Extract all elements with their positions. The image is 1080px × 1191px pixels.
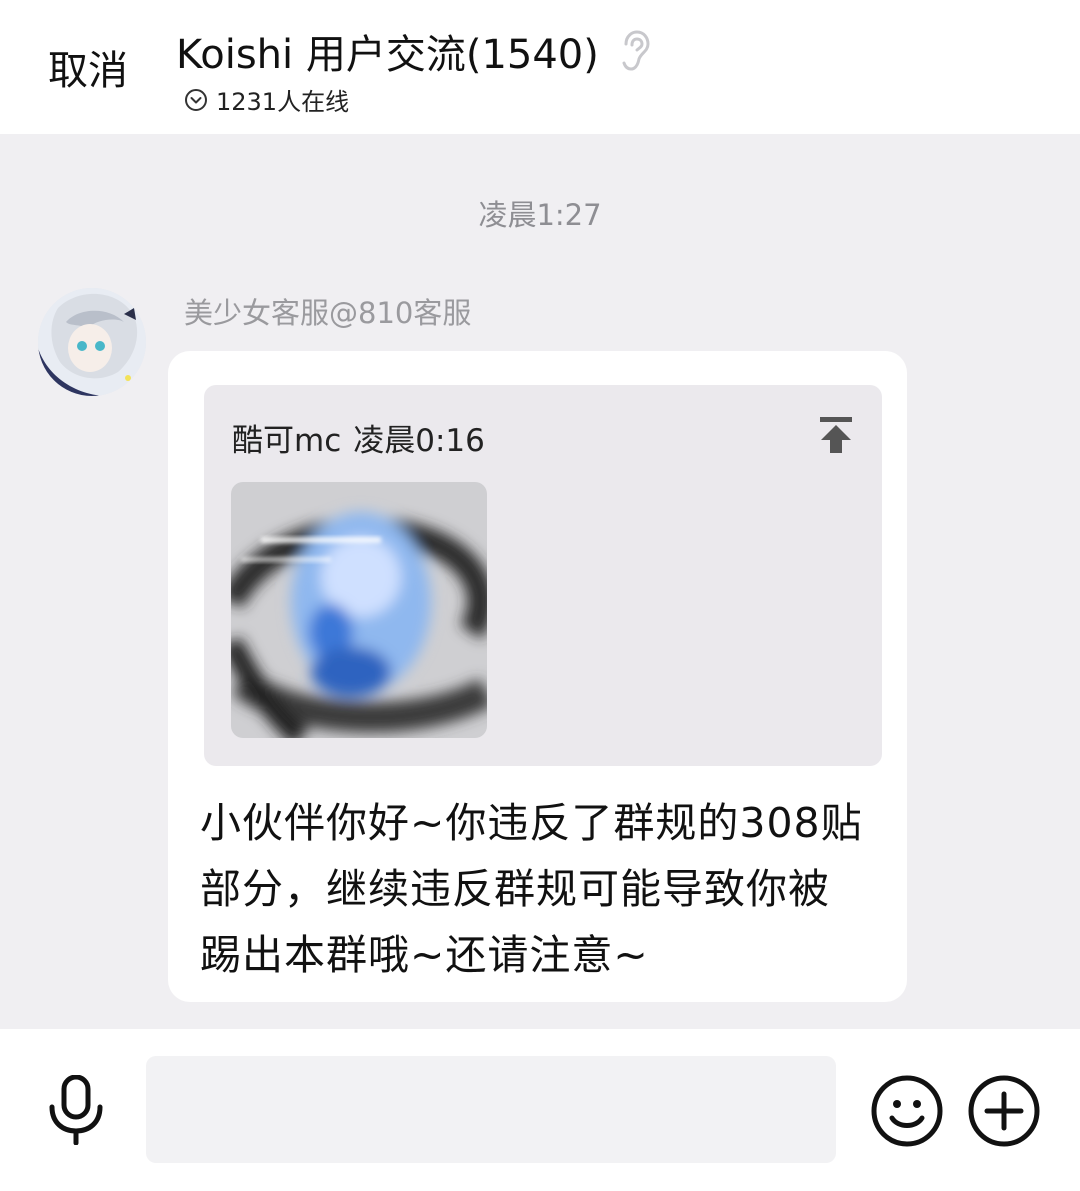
quoted-image-art — [231, 482, 487, 738]
quote-author: 酷可mc — [232, 423, 342, 459]
cancel-button[interactable]: 取消 — [48, 38, 128, 96]
online-status-row[interactable]: 1231人在线 — [184, 82, 349, 117]
plus-icon[interactable] — [967, 1074, 1041, 1148]
ear-icon[interactable] — [615, 29, 653, 73]
quoted-image[interactable] — [231, 482, 487, 738]
quote-header: 酷可mc 凌晨0:16 — [232, 415, 485, 460]
online-count: 1231人在线 — [216, 88, 350, 116]
emoji-icon[interactable] — [870, 1074, 944, 1148]
microphone-icon[interactable] — [46, 1075, 106, 1145]
time-divider: 凌晨1:27 — [478, 198, 602, 232]
title-row[interactable]: Koishi 用户交流(1540) — [176, 22, 653, 80]
quote-time: 凌晨0:16 — [353, 423, 485, 459]
jump-to-original-icon[interactable] — [816, 415, 856, 455]
avatar-image — [38, 288, 146, 396]
message-input[interactable] — [146, 1056, 836, 1163]
group-title[interactable]: Koishi 用户交流(1540) — [176, 22, 599, 80]
quoted-message[interactable]: 酷可mc 凌晨0:16 — [204, 385, 882, 766]
sender-name[interactable]: 美少女客服@810客服 — [184, 290, 471, 332]
chevron-down-circle-icon — [185, 88, 207, 111]
message-text: 小伙伴你好~你违反了群规的308贴部分，继续违反群规可能导致你被踢出本群哦~还请… — [200, 799, 863, 979]
avatar[interactable] — [38, 288, 146, 396]
